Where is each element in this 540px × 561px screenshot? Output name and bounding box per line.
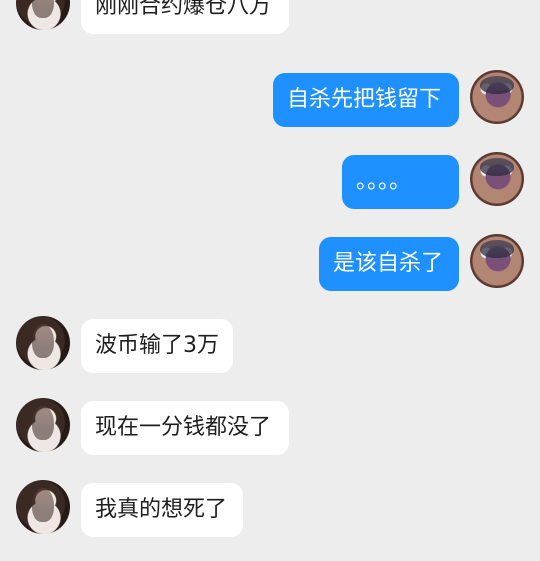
message-bubble[interactable]: 是该自杀了 xyxy=(319,237,459,291)
message-bubble[interactable]: 现在一分钱都没了 xyxy=(81,401,289,455)
message-bubble[interactable]: 。。。。 xyxy=(342,155,459,209)
message-row-4: 是该自杀了 xyxy=(0,234,540,291)
sender-avatar[interactable] xyxy=(16,316,70,370)
message-text: 自杀先把钱留下 xyxy=(287,87,442,112)
message-text: 现在一分钱都没了 xyxy=(95,415,272,440)
message-bubble[interactable]: 刚刚合约爆仓八万 xyxy=(81,0,289,34)
message-row-7: 我真的想死了 xyxy=(0,480,540,537)
message-text: 我真的想死了 xyxy=(95,497,228,522)
message-bubble[interactable]: 波币输了3万 xyxy=(81,319,233,373)
chat-thread: 刚刚合约爆仓八万 自杀先把钱留下 。。。。 是该自杀了 波币输了3万 现在一分钱… xyxy=(0,0,540,561)
message-text: 是该自杀了 xyxy=(333,251,444,276)
sender-avatar[interactable] xyxy=(16,0,70,30)
message-row-1: 刚刚合约爆仓八万 xyxy=(0,0,540,46)
sender-avatar[interactable] xyxy=(16,480,70,534)
message-bubble[interactable]: 自杀先把钱留下 xyxy=(273,73,459,127)
message-text: 波币输了3万 xyxy=(95,333,219,358)
message-row-6: 现在一分钱都没了 xyxy=(0,398,540,455)
sender-avatar[interactable] xyxy=(16,398,70,452)
message-row-5: 波币输了3万 xyxy=(0,316,540,373)
message-row-2: 自杀先把钱留下 xyxy=(0,70,540,127)
message-text: 。。。。 xyxy=(356,169,412,194)
self-avatar[interactable] xyxy=(470,234,524,288)
message-text: 刚刚合约爆仓八万 xyxy=(95,0,272,19)
message-bubble[interactable]: 我真的想死了 xyxy=(81,483,243,537)
self-avatar[interactable] xyxy=(470,70,524,124)
message-row-3: 。。。。 xyxy=(0,152,540,209)
self-avatar[interactable] xyxy=(470,152,524,206)
